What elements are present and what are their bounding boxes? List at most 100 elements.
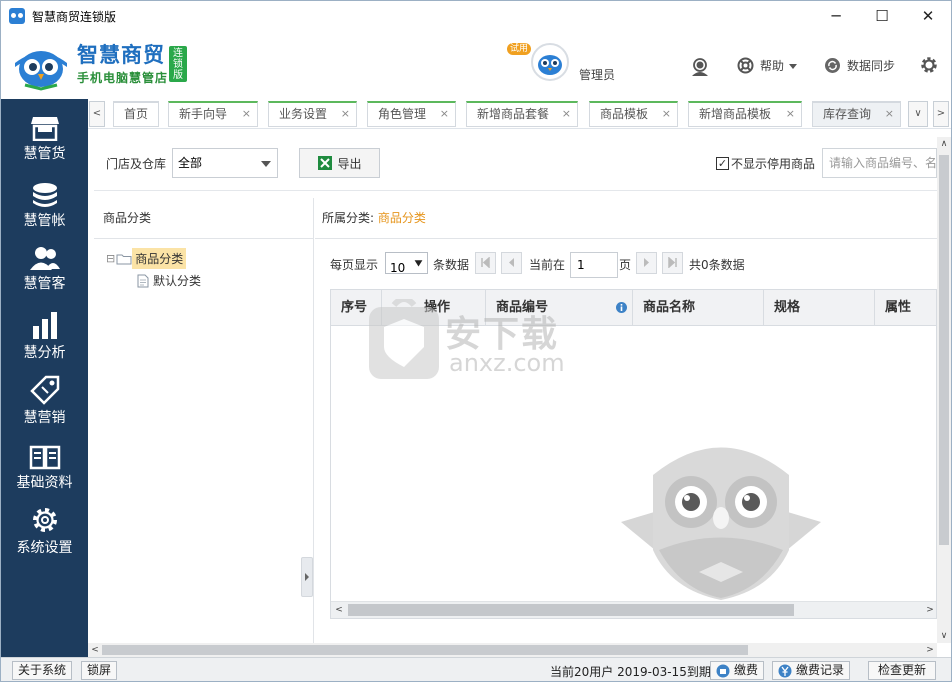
service-button[interactable] — [690, 57, 716, 77]
brand-name: 智慧商贸 — [77, 43, 165, 67]
sync-icon — [825, 58, 840, 73]
prev-page-button[interactable] — [501, 252, 522, 274]
breadcrumb: 所属分类: 商品分类 — [315, 198, 937, 239]
tab-close-icon[interactable]: × — [341, 103, 350, 125]
tree-expander-icon[interactable]: ⊟ — [106, 252, 115, 265]
app-logo-icon — [9, 8, 25, 24]
scroll-right-icon[interactable]: > — [923, 643, 937, 657]
minimize-button[interactable]: ─ — [813, 1, 859, 31]
sidebar-item-accounts[interactable]: 慧管帐 — [1, 180, 88, 238]
tab-close-icon[interactable]: × — [242, 103, 251, 125]
tab-label: 新增商品模板 — [699, 107, 772, 121]
tab-role-management[interactable]: 角色管理 × — [367, 101, 456, 127]
pay-records-button[interactable]: 缴费记录 — [772, 661, 851, 680]
store-icon — [30, 117, 59, 141]
scrollbar-thumb[interactable] — [102, 645, 748, 655]
users-icon — [29, 247, 60, 270]
last-page-button[interactable] — [662, 252, 683, 274]
next-page-button[interactable] — [636, 252, 657, 274]
tab-close-icon[interactable]: × — [786, 103, 795, 125]
tab-label: 角色管理 — [378, 107, 427, 121]
tab-close-icon[interactable]: × — [885, 103, 894, 125]
column-header-goods-name[interactable]: 商品名称 — [633, 290, 764, 326]
tab-new-goods-template[interactable]: 新增商品模板 × — [688, 101, 802, 127]
help-button[interactable]: 帮助 — [737, 57, 804, 74]
hide-disabled-checkbox[interactable]: ✓ — [716, 157, 729, 170]
tab-scroll-left-button[interactable]: < — [89, 101, 105, 127]
customer-service-icon — [692, 58, 708, 76]
sidebar-item-system-settings[interactable]: 系统设置 — [1, 505, 88, 563]
hide-disabled-option[interactable]: ✓ 不显示停用商品 — [716, 155, 815, 172]
pay-records-label: 缴费记录 — [796, 663, 845, 677]
document-icon — [137, 274, 149, 287]
tab-scroll-right-button[interactable]: > — [933, 101, 949, 127]
sidebar-item-label: 系统设置 — [16, 540, 73, 556]
sync-button[interactable]: 数据同步 — [824, 57, 895, 74]
first-page-button[interactable] — [475, 252, 496, 274]
lock-screen-button[interactable]: 锁屏 — [81, 661, 118, 680]
sidebar-item-customers[interactable]: 慧管客 — [1, 245, 88, 303]
column-header-attribute[interactable]: 属性 — [875, 290, 936, 326]
column-header-spec[interactable]: 规格 — [764, 290, 875, 326]
tree-node-root[interactable]: ⊟ 商品分类 — [106, 248, 187, 269]
about-system-button[interactable]: 关于系统 — [12, 661, 73, 680]
export-label: 导出 — [337, 156, 362, 171]
tab-goods-template[interactable]: 商品模板 × — [589, 101, 678, 127]
scrollbar-thumb[interactable] — [939, 155, 949, 545]
scroll-left-icon[interactable]: < — [331, 602, 347, 618]
current-page-input[interactable]: 1 — [570, 252, 618, 278]
scroll-left-icon[interactable]: < — [88, 643, 102, 657]
bar-chart-icon — [32, 312, 57, 339]
last-page-icon — [668, 257, 677, 268]
sidebar-item-basic-data[interactable]: 基础资料 — [1, 444, 88, 502]
empty-state-owl-icon — [621, 447, 821, 614]
tab-new-goods-package[interactable]: 新增商品套餐 × — [466, 101, 578, 127]
tab-home[interactable]: 首页 — [113, 101, 159, 127]
export-button[interactable]: 导出 — [299, 148, 380, 178]
tab-close-icon[interactable]: × — [440, 103, 449, 125]
tab-inventory-query[interactable]: 库存查询 × — [812, 101, 901, 127]
panel-collapse-handle[interactable] — [301, 557, 313, 597]
tab-business-settings[interactable]: 业务设置 × — [268, 101, 357, 127]
tree-node-default[interactable]: 默认分类 — [136, 272, 201, 289]
sidebar-item-label: 慧分析 — [23, 345, 66, 361]
wallet-icon — [716, 664, 730, 677]
page-vertical-scrollbar[interactable]: ∧ ∨ — [937, 137, 951, 643]
scrollbar-thumb[interactable] — [348, 604, 794, 616]
table-horizontal-scrollbar[interactable]: < > — [331, 601, 936, 618]
tab-close-icon[interactable]: × — [562, 103, 571, 125]
app-window: 智慧商贸连锁版 ─ ☐ ✕ 智慧商贸 手机电脑慧管店 连锁版 试用 管理员 帮助… — [0, 0, 952, 682]
watermark: 安下载 anxz.com — [369, 296, 589, 379]
sidebar-item-marketing[interactable]: 慧营销 — [1, 375, 88, 433]
maximize-button[interactable]: ☐ — [859, 1, 905, 31]
avatar[interactable] — [531, 43, 569, 81]
app-header: 智慧商贸 手机电脑慧管店 连锁版 试用 管理员 帮助 数据同步 — [1, 31, 951, 99]
scroll-right-icon[interactable]: > — [922, 602, 936, 618]
info-icon[interactable] — [616, 302, 627, 313]
goods-search-input[interactable]: 请输入商品编号、名 — [822, 148, 937, 178]
category-panel-title: 商品分类 — [94, 198, 314, 239]
tab-list-dropdown-button[interactable]: ∨ — [908, 101, 928, 127]
lifebuoy-icon — [737, 57, 754, 74]
settings-button[interactable] — [919, 55, 945, 75]
sidebar-item-label: 慧管货 — [23, 146, 66, 162]
tab-beginner-guide[interactable]: 新手向导 × — [168, 101, 258, 127]
check-update-button[interactable]: 检查更新 — [868, 661, 937, 680]
scroll-up-icon[interactable]: ∧ — [937, 137, 951, 151]
store-select[interactable]: 全部 — [172, 148, 278, 178]
page-horizontal-scrollbar[interactable]: < > — [88, 643, 937, 657]
user-name[interactable]: 管理员 — [579, 66, 615, 83]
scroll-down-icon[interactable]: ∨ — [937, 629, 951, 643]
per-page-select[interactable]: 10 — [385, 252, 428, 275]
current-page-label: 当前在 — [529, 258, 566, 272]
folder-icon — [116, 254, 132, 264]
tab-label: 新手向导 — [179, 107, 228, 121]
close-button[interactable]: ✕ — [905, 1, 951, 31]
sidebar-item-goods[interactable]: 慧管货 — [1, 115, 88, 173]
help-label: 帮助 — [760, 59, 785, 73]
tag-icon — [29, 375, 59, 405]
sidebar-item-analysis[interactable]: 慧分析 — [1, 310, 88, 368]
tab-close-icon[interactable]: × — [662, 103, 671, 125]
pay-button[interactable]: 缴费 — [710, 661, 765, 680]
total-count: 共0条数据 — [689, 258, 745, 272]
